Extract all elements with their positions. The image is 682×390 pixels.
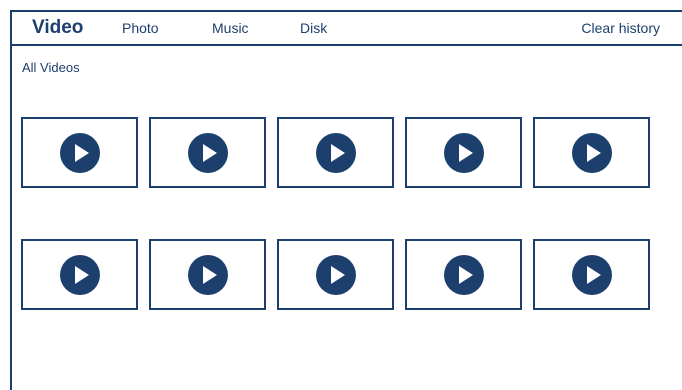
tab-music[interactable]: Music xyxy=(212,12,249,44)
video-tile[interactable] xyxy=(533,117,650,188)
video-tile[interactable] xyxy=(405,239,522,310)
video-tile[interactable] xyxy=(21,117,138,188)
play-icon xyxy=(315,132,356,173)
play-icon xyxy=(571,132,612,173)
play-icon xyxy=(443,132,484,173)
play-icon xyxy=(571,254,612,295)
play-icon xyxy=(187,132,228,173)
video-grid xyxy=(21,117,653,310)
video-tile[interactable] xyxy=(533,239,650,310)
video-tile[interactable] xyxy=(21,239,138,310)
tab-photo[interactable]: Photo xyxy=(122,12,159,44)
tab-video[interactable]: Video xyxy=(32,12,83,44)
play-icon xyxy=(59,132,100,173)
video-tile[interactable] xyxy=(277,117,394,188)
play-icon xyxy=(315,254,356,295)
top-nav: Video Photo Music Disk Clear history xyxy=(12,12,682,46)
video-tile[interactable] xyxy=(405,117,522,188)
video-tile[interactable] xyxy=(277,239,394,310)
section-title: All Videos xyxy=(22,60,80,75)
clear-history-button[interactable]: Clear history xyxy=(581,12,660,44)
tab-disk[interactable]: Disk xyxy=(300,12,327,44)
video-tile[interactable] xyxy=(149,239,266,310)
play-icon xyxy=(443,254,484,295)
play-icon xyxy=(59,254,100,295)
video-tile[interactable] xyxy=(149,117,266,188)
play-icon xyxy=(187,254,228,295)
